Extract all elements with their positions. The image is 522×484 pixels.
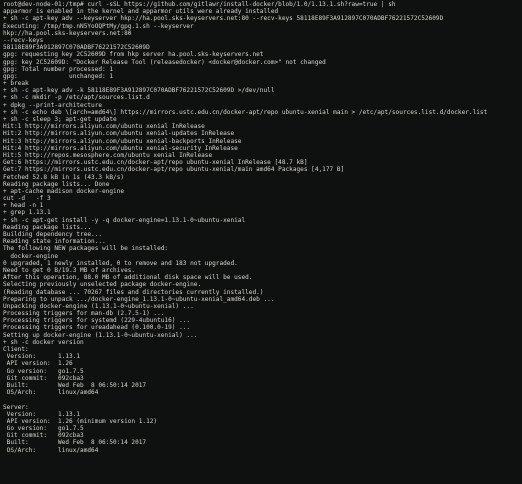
terminal-line: The following NEW packages will be insta… (3, 245, 169, 253)
terminal-line: Hit:3 http://mirrors.aliyun.com/ubuntu x… (3, 137, 242, 145)
terminal-line: gpg: requesting key 2C52609D from hkp se… (3, 51, 264, 59)
terminal-line: apparmor is enabled in the kernel and ap… (3, 8, 279, 16)
terminal-line: gpg: key 2C52609D: "Docker Release Tool … (3, 58, 326, 66)
terminal-line: + dpkg --print-architecture (3, 101, 103, 109)
terminal-line: (Reading database ... 70267 files and di… (3, 288, 264, 296)
terminal-line: Go version: go1.7.5 (3, 425, 84, 433)
terminal-line: Hit:4 http://mirrors.aliyun.com/ubuntu x… (3, 144, 238, 152)
terminal-line: + apt-cache madison docker-engine (3, 187, 125, 195)
terminal-line: + sh -c echo deb \[arch=amd64\] https://… (3, 108, 488, 116)
terminal-line: Hit:2 http://mirrors.aliyun.com/ubuntu x… (3, 130, 235, 138)
terminal-line: Git commit: 092cba3 (3, 432, 84, 440)
terminal-line: Get:7 https://mirrors.ustc.edu.cn/docker… (3, 166, 345, 174)
terminal-line: hkp://ha.pool.sks-keyservers.net:80 (3, 29, 132, 37)
terminal-line: + sh -c docker version (3, 338, 84, 346)
terminal-line: --recv-keys (3, 36, 44, 44)
terminal-line: Reading state information... (3, 238, 106, 246)
terminal-line: Hit:5 http://repos.mesosphere.com/ubuntu… (3, 151, 213, 159)
terminal-line: + sh -c apt-get install -y -q docker-eng… (3, 216, 246, 224)
terminal-line: + head -n 1 (3, 202, 44, 210)
terminal-line: Unpacking docker-engine (1.13.1-0~ubuntu… (3, 302, 194, 310)
terminal-line: root@dev-node-01:/tmp# curl -sSL https:/… (3, 1, 396, 8)
terminal-line: Processing triggers for systemd (229-4ub… (3, 317, 191, 325)
terminal-line: + grep 1.13.1 (3, 209, 51, 217)
terminal-line: gpg: unchanged: 1 (3, 72, 114, 80)
terminal-line: Fetched 52.8 kB in 1s (43.3 kB/s) (3, 173, 125, 181)
terminal-line: + sh -c apt-key adv -k 58118E89F3A912897… (3, 87, 275, 95)
terminal-line: Building dependency tree... (3, 231, 103, 238)
terminal-line: API version: 1.26 (3, 360, 73, 368)
terminal-line: Version: 1.13.1 (3, 353, 81, 361)
terminal-line: Server: (3, 403, 29, 411)
terminal-line: After this operation, 88.0 MB of additio… (3, 274, 253, 282)
terminal-line: Processing triggers for man-db (2.7.5-1)… (3, 310, 165, 318)
terminal-line: Hit:1 http://mirrors.aliyun.com/ubuntu x… (3, 123, 205, 131)
terminal-window[interactable]: root@dev-node-01:/tmp# curl -sSL https:/… (0, 0, 522, 484)
terminal-line: + sh -c sleep 3; apt-get update (3, 116, 117, 123)
terminal-line: OS/Arch: linux/amd64 (3, 446, 99, 454)
terminal-line: Need to get 0 B/19.3 MB of archives. (3, 266, 136, 274)
terminal-line: Executing: /tmp/tmp.nN5YoOQPtMy/gpg.1.sh… (3, 22, 194, 30)
terminal-line: Go version: go1.7.5 (3, 367, 84, 375)
terminal-line: Built: Wed Feb 8 06:50:14 2017 (3, 381, 147, 389)
terminal-line: + break (3, 80, 29, 88)
terminal-line: + sh -c apt-key adv --keyserver hkp://ha… (3, 15, 444, 23)
terminal-line: Reading package lists... Done (3, 180, 110, 188)
terminal-line: Get:6 https://mirrors.ustc.edu.cn/docker… (3, 159, 308, 167)
terminal-line: Git commit: 092cba3 (3, 374, 84, 382)
terminal-line: OS/Arch: linux/amd64 (3, 389, 99, 397)
terminal-line: 58118E89F3A912897C070ADBF76221572C52609D (3, 44, 150, 52)
terminal-line: API version: 1.26 (minimum version 1.12) (3, 417, 158, 425)
terminal-line: 0 upgraded, 1 newly installed, 0 to remo… (3, 259, 238, 267)
terminal-line: Preparing to unpack .../docker-engine_1.… (3, 295, 275, 303)
terminal-line: Processing triggers for ureadahead (0.10… (3, 324, 191, 332)
terminal-line: + sh -c mkdir -p /etc/apt/sources.list.d (3, 94, 150, 102)
terminal-line: Selecting previously unselected package … (3, 281, 202, 289)
terminal-line: Reading package lists... (3, 223, 92, 231)
terminal-line: Setting up docker-engine (1.13.1-0~ubunt… (3, 331, 198, 339)
terminal-line: docker-engine (3, 252, 59, 260)
terminal-line: Client: (3, 346, 29, 353)
terminal-line: Built: Wed Feb 8 06:50:14 2017 (3, 439, 147, 447)
terminal-line: gpg: Total number processed: 1 (3, 65, 114, 73)
terminal-line: Version: 1.13.1 (3, 410, 81, 418)
terminal-line: cut -d -f 3 (3, 195, 51, 203)
